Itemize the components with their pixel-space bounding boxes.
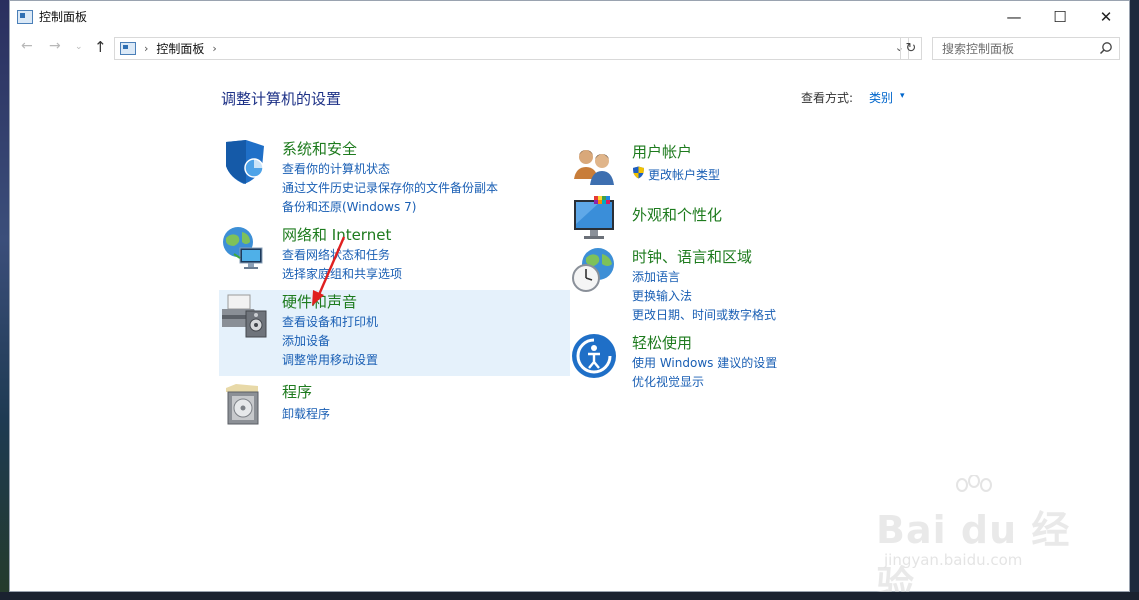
- category-title-programs[interactable]: 程序: [282, 381, 312, 402]
- link-change-account-type[interactable]: 更改帐户类型: [648, 166, 720, 183]
- link-backup-restore[interactable]: 备份和还原(Windows 7): [282, 198, 416, 215]
- category-title-network-internet[interactable]: 网络和 Internet: [282, 224, 391, 245]
- link-mobility-settings[interactable]: 调整常用移动设置: [282, 351, 378, 368]
- search-placeholder: 搜索控制面板: [942, 42, 1015, 56]
- control-panel-icon: [120, 42, 136, 55]
- link-date-time-number-format[interactable]: 更改日期、时间或数字格式: [632, 306, 776, 323]
- printer-speaker-icon: [222, 294, 267, 338]
- navigation-bar: ← → ⌄ ↑ › 控制面板 › ⌄ ↻ 搜索控制面板: [10, 32, 1129, 64]
- category-title-system-security[interactable]: 系统和安全: [282, 138, 357, 159]
- taskbar-edge: [0, 592, 1139, 600]
- view-by-dropdown[interactable]: 类别: [869, 89, 893, 106]
- close-button[interactable]: ✕: [1083, 1, 1129, 32]
- link-network-status-tasks[interactable]: 查看网络状态和任务: [282, 246, 390, 263]
- search-icon[interactable]: [1099, 41, 1113, 55]
- ease-of-access-icon: [572, 334, 616, 378]
- uac-shield-icon: [633, 166, 644, 179]
- title-bar: 控制面板 — ☐ ✕: [10, 1, 1129, 32]
- link-optimize-visual-display[interactable]: 优化视觉显示: [632, 373, 704, 390]
- link-view-computer-status[interactable]: 查看你的计算机状态: [282, 160, 390, 177]
- link-add-language[interactable]: 添加语言: [632, 268, 680, 285]
- category-title-ease-of-access[interactable]: 轻松使用: [632, 332, 692, 353]
- category-title-hardware-sound[interactable]: 硬件和声音: [282, 291, 357, 312]
- up-arrow-icon[interactable]: ↑: [94, 38, 107, 56]
- link-change-input-method[interactable]: 更换输入法: [632, 287, 692, 304]
- minimize-button[interactable]: —: [991, 1, 1037, 32]
- address-bar[interactable]: › 控制面板 › ⌄: [114, 37, 909, 60]
- link-uninstall-program[interactable]: 卸载程序: [282, 405, 330, 422]
- control-panel-icon: [17, 9, 33, 24]
- back-arrow-icon[interactable]: ←: [21, 38, 33, 54]
- programs-disc-box-icon: [226, 384, 259, 425]
- refresh-button[interactable]: ↻: [900, 37, 922, 60]
- control-panel-window: 控制面板 — ☐ ✕ ← → ⌄ ↑ › 控制面板 › ⌄ ↻ 搜索控制面板 调…: [9, 0, 1130, 600]
- maximize-button[interactable]: ☐: [1037, 1, 1083, 32]
- baidu-jingyan-watermark: Bai du 经验 jingyan.baidu.com: [876, 475, 1086, 600]
- breadcrumb-separator-icon[interactable]: ›: [144, 42, 148, 55]
- watermark-brand: Bai du 经验: [876, 508, 1071, 600]
- users-icon: [574, 150, 614, 185]
- breadcrumb-separator-icon[interactable]: ›: [212, 42, 216, 55]
- category-title-clock-region[interactable]: 时钟、语言和区域: [632, 246, 752, 267]
- window-title: 控制面板: [39, 10, 88, 24]
- shield-icon: [226, 140, 264, 184]
- link-windows-recommended-settings[interactable]: 使用 Windows 建议的设置: [632, 354, 777, 371]
- category-title-appearance[interactable]: 外观和个性化: [632, 204, 722, 225]
- network-globe-icon: [223, 227, 263, 269]
- breadcrumb-control-panel[interactable]: 控制面板: [156, 40, 204, 57]
- view-by-chevron-icon[interactable]: ▾: [900, 91, 905, 101]
- recent-locations-chevron-icon[interactable]: ⌄: [75, 42, 83, 52]
- search-input[interactable]: 搜索控制面板: [932, 37, 1120, 60]
- link-add-device[interactable]: 添加设备: [282, 332, 330, 349]
- page-title: 调整计算机的设置: [221, 90, 342, 108]
- watermark-url: jingyan.baidu.com: [884, 551, 1023, 569]
- forward-arrow-icon[interactable]: →: [49, 38, 61, 54]
- desktop-background: [0, 0, 9, 600]
- link-file-history-backup[interactable]: 通过文件历史记录保存你的文件备份副本: [282, 179, 498, 196]
- view-by-label: 查看方式:: [801, 91, 854, 105]
- category-title-user-accounts[interactable]: 用户帐户: [632, 141, 692, 162]
- link-homegroup-sharing[interactable]: 选择家庭组和共享选项: [282, 265, 402, 282]
- category-hover-highlight: [219, 290, 570, 376]
- link-devices-printers[interactable]: 查看设备和打印机: [282, 313, 378, 330]
- clock-globe-icon: [572, 248, 614, 292]
- monitor-palette-icon: [574, 196, 614, 239]
